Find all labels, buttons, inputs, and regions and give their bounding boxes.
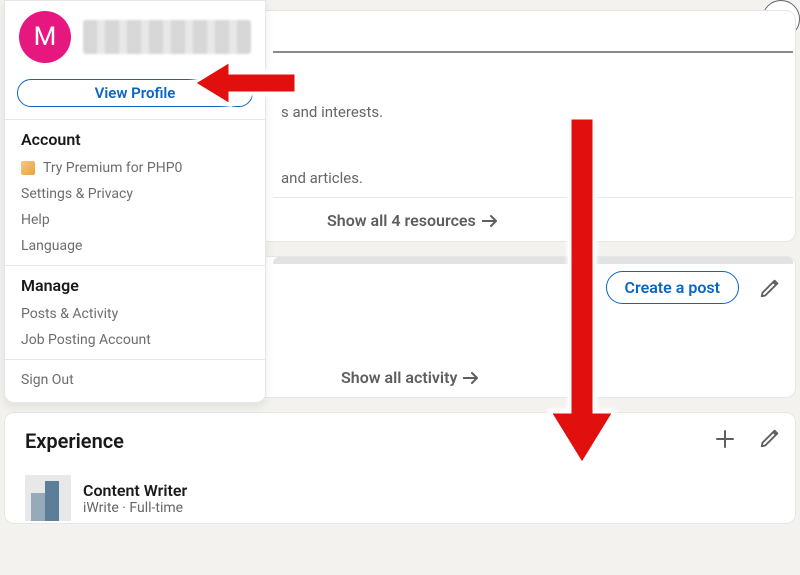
account-section: Account Try Premium for PHP0 Settings & …: [5, 119, 265, 265]
sign-out-link[interactable]: Sign Out: [5, 359, 265, 396]
arrow-right-icon: [463, 371, 481, 385]
create-post-button[interactable]: Create a post: [606, 271, 739, 304]
menu-item-label: Language: [21, 238, 82, 254]
edit-activity-button[interactable]: [759, 277, 781, 303]
account-heading: Account: [21, 130, 249, 149]
menu-item-label: Help: [21, 212, 50, 228]
menu-item-label: Try Premium for PHP0: [43, 160, 182, 176]
menu-item-label: Settings & Privacy: [21, 186, 133, 202]
experience-heading: Experience: [25, 429, 775, 453]
inner-divider: [273, 197, 793, 198]
card-divider: [273, 51, 793, 53]
pencil-icon: [759, 427, 781, 449]
experience-card: Experience Content Writer iWrite · Full-…: [4, 412, 796, 524]
job-title: Content Writer: [83, 481, 187, 500]
menu-item-language[interactable]: Language: [21, 233, 249, 259]
arrow-right-icon: [482, 214, 500, 228]
plus-icon: [713, 427, 737, 451]
menu-item-job-posting[interactable]: Job Posting Account: [21, 327, 249, 353]
manage-heading: Manage: [21, 276, 249, 295]
edit-experience-button[interactable]: [759, 427, 781, 453]
me-dropdown: M View Profile Account Try Premium for P…: [4, 0, 266, 403]
premium-icon: [21, 161, 35, 175]
articles-text-fragment: and articles.: [281, 169, 363, 187]
menu-item-premium[interactable]: Try Premium for PHP0: [21, 155, 249, 181]
show-all-resources-link[interactable]: Show all 4 resources: [327, 211, 500, 230]
menu-item-settings[interactable]: Settings & Privacy: [21, 181, 249, 207]
menu-item-label: Job Posting Account: [21, 332, 151, 348]
add-experience-button[interactable]: [713, 427, 737, 455]
menu-item-label: Posts & Activity: [21, 306, 118, 322]
profile-name-redacted: [83, 20, 251, 54]
show-activity-label: Show all activity: [341, 368, 457, 387]
show-all-activity-link[interactable]: Show all activity: [341, 368, 481, 387]
menu-item-help[interactable]: Help: [21, 207, 249, 233]
view-profile-button[interactable]: View Profile: [17, 79, 253, 107]
pencil-icon: [759, 277, 781, 299]
profile-row[interactable]: M: [5, 1, 265, 69]
manage-section: Manage Posts & Activity Job Posting Acco…: [5, 265, 265, 359]
interests-text-fragment: s and interests.: [281, 103, 383, 121]
card-top-accent: [273, 257, 793, 264]
job-subtitle: iWrite · Full-time: [83, 500, 187, 516]
company-logo-placeholder: [25, 475, 71, 521]
show-resources-label: Show all 4 resources: [327, 211, 476, 230]
avatar: M: [19, 11, 71, 63]
experience-entry[interactable]: Content Writer iWrite · Full-time: [25, 475, 775, 521]
menu-item-posts-activity[interactable]: Posts & Activity: [21, 301, 249, 327]
